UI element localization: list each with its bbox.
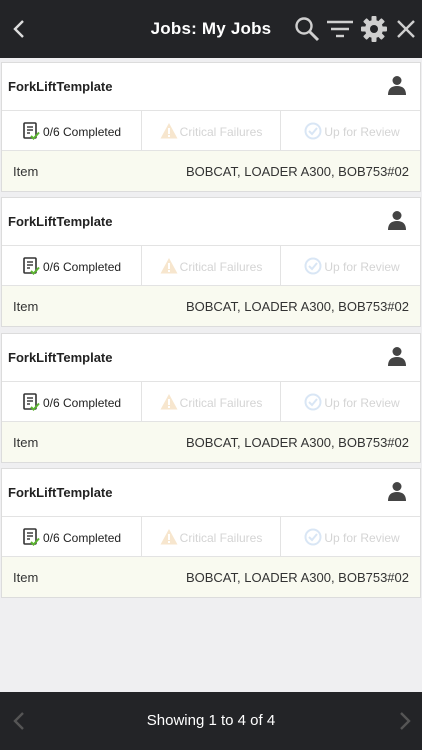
close-icon[interactable] bbox=[392, 15, 420, 43]
user-icon bbox=[388, 76, 406, 95]
up-for-review-label: Up for Review bbox=[324, 396, 400, 410]
critical-failures-stat: Critical Failures bbox=[142, 382, 282, 421]
completed-stat: 0/6 Completed bbox=[2, 246, 142, 285]
critical-failures-label: Critical Failures bbox=[179, 396, 263, 410]
warning-icon bbox=[160, 394, 178, 410]
item-row: Item BOBCAT, LOADER A300, BOB753#02 bbox=[2, 286, 420, 326]
review-icon bbox=[304, 257, 322, 275]
item-label: Item bbox=[13, 435, 39, 450]
item-row: Item BOBCAT, LOADER A300, BOB753#02 bbox=[2, 422, 420, 462]
up-for-review-stat: Up for Review bbox=[281, 382, 420, 421]
job-stats: 0/6 Completed Critical Failures Up for R… bbox=[2, 246, 420, 286]
up-for-review-label: Up for Review bbox=[324, 531, 400, 545]
critical-failures-label: Critical Failures bbox=[179, 125, 263, 139]
critical-failures-label: Critical Failures bbox=[179, 260, 263, 274]
item-value: BOBCAT, LOADER A300, BOB753#02 bbox=[185, 164, 409, 179]
item-row: Item BOBCAT, LOADER A300, BOB753#02 bbox=[2, 151, 420, 191]
item-value: BOBCAT, LOADER A300, BOB753#02 bbox=[185, 570, 409, 585]
pagination-text: Showing 1 to 4 of 4 bbox=[146, 712, 276, 729]
warning-icon bbox=[160, 123, 178, 139]
top-app-bar: Jobs: My Jobs bbox=[0, 0, 422, 58]
job-template-name: ForkLiftTemplate bbox=[8, 350, 113, 365]
checklist-icon bbox=[23, 528, 40, 546]
job-stats: 0/6 Completed Critical Failures Up for R… bbox=[2, 382, 420, 422]
checklist-icon bbox=[23, 257, 40, 275]
up-for-review-stat: Up for Review bbox=[281, 246, 420, 285]
pagination-bar: Showing 1 to 4 of 4 bbox=[0, 692, 422, 750]
review-icon bbox=[304, 122, 322, 140]
warning-icon bbox=[160, 529, 178, 545]
completed-label: 0/6 Completed bbox=[43, 396, 122, 410]
job-card-header: ForkLiftTemplate bbox=[2, 63, 420, 111]
job-template-name: ForkLiftTemplate bbox=[8, 79, 113, 94]
critical-failures-stat: Critical Failures bbox=[142, 517, 282, 556]
job-card-header: ForkLiftTemplate bbox=[2, 334, 420, 382]
next-page-chevron-icon[interactable] bbox=[390, 707, 418, 735]
item-label: Item bbox=[13, 299, 39, 314]
page-title-text: Jobs: My Jobs bbox=[150, 19, 272, 38]
critical-failures-label: Critical Failures bbox=[179, 531, 263, 545]
job-card[interactable]: ForkLiftTemplate 0/6 Completed Critical … bbox=[1, 468, 421, 598]
critical-failures-stat: Critical Failures bbox=[142, 246, 282, 285]
job-template-name: ForkLiftTemplate bbox=[8, 485, 113, 500]
filter-icon[interactable] bbox=[326, 15, 354, 43]
review-icon bbox=[304, 393, 322, 411]
item-row: Item BOBCAT, LOADER A300, BOB753#02 bbox=[2, 557, 420, 597]
page-title: Jobs: My Jobs bbox=[0, 19, 422, 39]
user-icon bbox=[388, 482, 406, 501]
job-card-header: ForkLiftTemplate bbox=[2, 198, 420, 246]
completed-label: 0/6 Completed bbox=[43, 125, 122, 139]
completed-label: 0/6 Completed bbox=[43, 260, 122, 274]
up-for-review-stat: Up for Review bbox=[281, 111, 420, 150]
item-value: BOBCAT, LOADER A300, BOB753#02 bbox=[185, 435, 409, 450]
critical-failures-stat: Critical Failures bbox=[142, 111, 282, 150]
checklist-icon bbox=[23, 122, 40, 140]
job-card-header: ForkLiftTemplate bbox=[2, 469, 420, 517]
completed-label: 0/6 Completed bbox=[43, 531, 122, 545]
job-stats: 0/6 Completed Critical Failures Up for R… bbox=[2, 517, 420, 557]
up-for-review-label: Up for Review bbox=[324, 260, 400, 274]
gear-icon[interactable] bbox=[360, 15, 388, 43]
job-template-name: ForkLiftTemplate bbox=[8, 214, 113, 229]
up-for-review-label: Up for Review bbox=[324, 125, 400, 139]
item-value: BOBCAT, LOADER A300, BOB753#02 bbox=[185, 299, 409, 314]
user-icon bbox=[388, 211, 406, 230]
review-icon bbox=[304, 528, 322, 546]
job-card[interactable]: ForkLiftTemplate 0/6 Completed Critical … bbox=[1, 333, 421, 463]
job-card[interactable]: ForkLiftTemplate 0/6 Completed Critical … bbox=[1, 62, 421, 192]
user-icon bbox=[388, 347, 406, 366]
item-label: Item bbox=[13, 164, 39, 179]
completed-stat: 0/6 Completed bbox=[2, 517, 142, 556]
warning-icon bbox=[160, 258, 178, 274]
search-icon[interactable] bbox=[293, 15, 321, 43]
checklist-icon bbox=[23, 393, 40, 411]
item-label: Item bbox=[13, 570, 39, 585]
job-stats: 0/6 Completed Critical Failures Up for R… bbox=[2, 111, 420, 151]
completed-stat: 0/6 Completed bbox=[2, 111, 142, 150]
up-for-review-stat: Up for Review bbox=[281, 517, 420, 556]
completed-stat: 0/6 Completed bbox=[2, 382, 142, 421]
job-card[interactable]: ForkLiftTemplate 0/6 Completed Critical … bbox=[1, 197, 421, 327]
